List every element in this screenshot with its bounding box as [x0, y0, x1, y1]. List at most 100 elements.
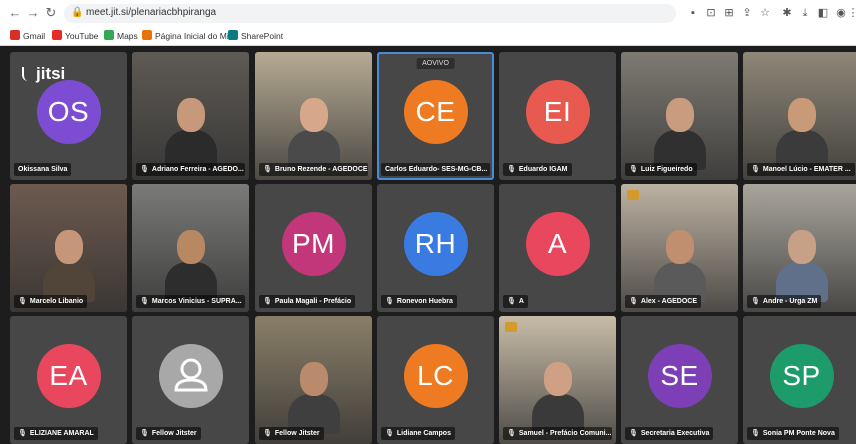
participant-tile[interactable]: 🎙 Luiz Figueiredo: [621, 52, 738, 180]
bookmark-gmail[interactable]: Gmail: [10, 29, 45, 43]
participant-name-text: Ronevon Huebra: [396, 298, 453, 305]
participant-figure: [775, 230, 828, 302]
youtube-icon: [52, 30, 62, 40]
participant-name: 🎙 Fellow Jitster: [259, 427, 324, 440]
participant-tile[interactable]: CE AOVIVO Carlos Eduardo- SES-MG-CB...: [377, 52, 494, 180]
participant-name: 🎙 Alex - AGEDOCE: [625, 295, 702, 308]
participant-name: 🎙 Sonia PM Ponte Nova: [747, 427, 839, 440]
participant-head: [299, 362, 328, 396]
participant-tile[interactable]: A 🎙 A: [499, 184, 616, 312]
connection-indicator-icon[interactable]: [627, 190, 639, 200]
participant-name-text: Marcos Vinicius - SUPRA...: [151, 298, 242, 305]
participant-avatar: SE: [647, 344, 712, 408]
mic-muted-icon: 🎙: [140, 166, 149, 173]
participant-name-text: Okissana Silva: [18, 166, 68, 173]
address-bar[interactable]: 🔒 meet.jit.si/plenariacbhpiranga: [64, 4, 676, 23]
download-icon[interactable]: ⤓: [798, 6, 812, 20]
extensions-icon[interactable]: ✱: [780, 6, 794, 20]
mic-muted-icon: 🎙: [629, 298, 638, 305]
participant-video: [10, 184, 127, 312]
participant-name: 🎙 Lidiane Campos: [381, 427, 455, 440]
mic-muted-icon: 🎙: [751, 430, 760, 437]
participant-name-text: Manoel Lúcio - EMATER ...: [762, 166, 851, 173]
participant-tile[interactable]: EA 🎙 ELIZIANE AMARAL: [10, 316, 127, 444]
participant-video: [743, 52, 856, 180]
participant-figure: [164, 230, 217, 302]
reload-icon[interactable]: ↻: [42, 4, 60, 22]
participant-video: [499, 316, 616, 444]
participant-tile[interactable]: 🎙 Samuel - Prefácio Comuni...: [499, 316, 616, 444]
mic-muted-icon: 🎙: [18, 298, 27, 305]
participant-name-text: Adriano Ferreira - AGEDO...: [151, 166, 244, 173]
participant-tile[interactable]: RH 🎙 Ronevon Huebra: [377, 184, 494, 312]
participant-tile[interactable]: EI 🎙 Eduardo IGAM: [499, 52, 616, 180]
participant-tile[interactable]: 🎙 Manoel Lúcio - EMATER ...: [743, 52, 856, 180]
participant-name: 🎙 Ronevon Huebra: [381, 295, 457, 308]
participant-tile[interactable]: 🎙 Fellow Jitster: [255, 316, 372, 444]
bookmark-maps[interactable]: Maps: [104, 29, 138, 43]
participant-head: [299, 98, 328, 132]
mic-muted-icon: 🎙: [263, 298, 272, 305]
participant-tile[interactable]: 🎙 Andre - Urga ZM: [743, 184, 856, 312]
participant-tile[interactable]: 🎙 Adriano Ferreira - AGEDO...: [132, 52, 249, 180]
participant-video: [255, 316, 372, 444]
mic-muted-icon: 🎙: [263, 166, 272, 173]
participant-tile[interactable]: SP 🎙 Sonia PM Ponte Nova: [743, 316, 856, 444]
participant-avatar: EI: [525, 80, 590, 144]
participant-name-text: Eduardo IGAM: [518, 166, 568, 173]
browser-toolbar: ← → ↻ 🔒 meet.jit.si/plenariacbhpiranga ▪…: [0, 0, 856, 27]
mic-muted-icon: 🎙: [263, 430, 272, 437]
participant-name-text: Fellow Jitster: [151, 430, 197, 437]
participant-name-text: Carlos Eduardo- SES-MG-CB...: [385, 166, 488, 173]
back-icon[interactable]: ←: [6, 4, 24, 22]
participant-name: Okissana Silva: [14, 163, 72, 176]
bookmark-pagina-inicial[interactable]: Página Inicial do Mi...: [142, 29, 236, 43]
participant-name-text: Paula Magali - Prefácio: [274, 298, 352, 305]
jitsi-logo: jitsi: [22, 64, 65, 84]
participant-name-text: A: [518, 298, 524, 305]
mic-muted-icon: 🎙: [140, 298, 149, 305]
participant-tile[interactable]: LC 🎙 Lidiane Campos: [377, 316, 494, 444]
participant-avatar: OS: [36, 80, 101, 144]
participant-tile[interactable]: 🎙 Fellow Jitster: [132, 316, 249, 444]
participant-avatar: RH: [403, 212, 468, 276]
participant-tile[interactable]: 🎙 Bruno Rezende - AGEDOCE: [255, 52, 372, 180]
translate-icon[interactable]: ⊞: [722, 6, 736, 20]
participant-name: 🎙 Fellow Jitster: [136, 427, 201, 440]
participant-video: [743, 184, 856, 312]
bookmark-sharepoint[interactable]: SharePoint: [228, 29, 283, 43]
forward-icon[interactable]: →: [24, 4, 42, 22]
participant-head: [787, 98, 816, 132]
participant-tile[interactable]: SE 🎙 Secretaria Executiva: [621, 316, 738, 444]
menu-icon[interactable]: ⋮: [846, 6, 856, 20]
mic-muted-icon: 🎙: [140, 430, 149, 437]
participant-figure: [775, 98, 828, 170]
participant-tile[interactable]: 🎙 Marcelo Libanio: [10, 184, 127, 312]
participant-tile[interactable]: 🎙 Alex - AGEDOCE: [621, 184, 738, 312]
participant-figure: [164, 98, 217, 170]
participant-tile[interactable]: PM 🎙 Paula Magali - Prefácio: [255, 184, 372, 312]
mic-muted-icon: 🎙: [385, 298, 394, 305]
connection-indicator-icon[interactable]: [505, 322, 517, 332]
participant-name-text: Luiz Figueiredo: [640, 166, 693, 173]
participant-name: 🎙 A: [503, 295, 528, 308]
mic-muted-icon: 🎙: [507, 166, 516, 173]
participant-video: [621, 184, 738, 312]
participant-name: 🎙 Eduardo IGAM: [503, 163, 572, 176]
side-panel-icon[interactable]: ◧: [816, 6, 830, 20]
participant-figure: [653, 98, 706, 170]
participant-name: 🎙 Manoel Lúcio - EMATER ...: [747, 163, 855, 176]
share-icon[interactable]: ⇪: [740, 6, 754, 20]
camera-indicator-icon[interactable]: ▪: [686, 6, 700, 20]
participant-tile[interactable]: 🎙 Marcos Vinicius - SUPRA...: [132, 184, 249, 312]
participant-name: 🎙 Adriano Ferreira - AGEDO...: [136, 163, 245, 176]
mic-muted-icon: 🎙: [629, 166, 638, 173]
bookmark-star-icon[interactable]: ☆: [758, 6, 772, 20]
participant-figure: [531, 362, 584, 434]
participant-video: [132, 52, 249, 180]
mic-muted-icon: 🎙: [18, 430, 27, 437]
participant-name: 🎙 Marcelo Libanio: [14, 295, 88, 308]
url-text: meet.jit.si/plenariacbhpiranga: [86, 7, 217, 18]
bookmark-youtube[interactable]: YouTube: [52, 29, 98, 43]
google-lens-icon[interactable]: ⊡: [704, 6, 718, 20]
